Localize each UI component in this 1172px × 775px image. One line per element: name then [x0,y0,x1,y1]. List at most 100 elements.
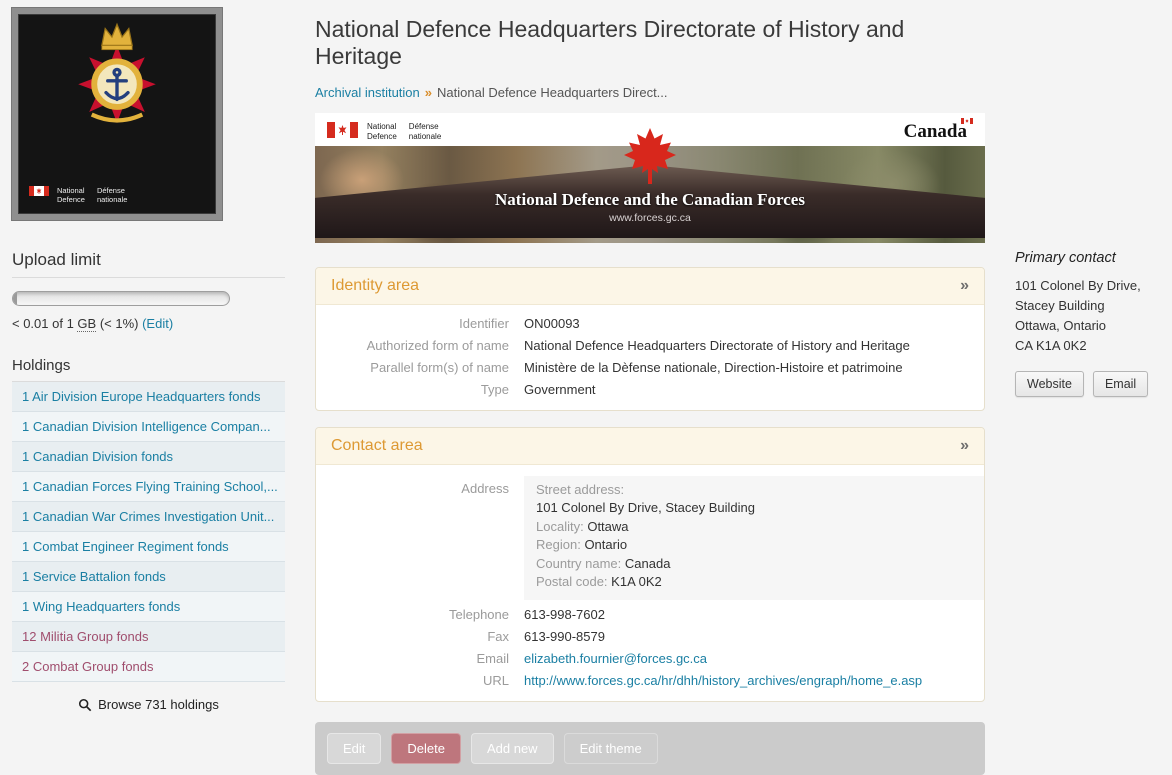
contact-line: 101 Colonel By Drive, [1015,276,1165,296]
breadcrumb: Archival institution » National Defence He… [315,85,985,100]
primary-contact-panel: Primary contact 101 Colonel By Drive, St… [1015,250,1165,397]
field-label: Type [331,382,509,397]
holding-list-item: 1 Service Battalion fonds [12,562,285,592]
field-value: 613-990-8579 [524,629,605,644]
canada-flag-icon [327,122,358,138]
search-icon [78,698,92,712]
contact-area-body: Address Street address: 101 Colonel By D… [316,465,984,701]
address-block: Street address: 101 Colonel By Drive, St… [524,476,984,600]
upload-progress-fill [13,292,17,305]
holding-link[interactable]: 1 Service Battalion fonds [22,569,166,584]
holding-link[interactable]: 12 Militia Group fonds [22,629,148,644]
contact-line: Ottawa, Ontario [1015,316,1165,336]
field-label: Parallel form(s) of name [331,360,509,375]
address-sub-value: Ontario [584,537,627,552]
address-line: Locality: Ottawa [536,518,972,537]
holding-link[interactable]: 1 Canadian Forces Flying Training School… [22,479,278,494]
holding-list-item: 1 Combat Engineer Regiment fonds [12,532,285,562]
field-label: Identifier [331,316,509,331]
action-bar: Edit Delete Add new Edit theme [315,722,985,775]
upload-edit-link[interactable]: (Edit) [142,316,173,331]
field-label: Telephone [331,607,509,622]
contact-area-section: Contact area » Address Street address: 1… [315,427,985,702]
browse-holdings-label: Browse 731 holdings [98,697,219,712]
holding-list-item: 1 Canadian War Crimes Investigation Unit… [12,502,285,532]
identity-field-row: Type Government [316,378,984,400]
field-label: Authorized form of name [331,338,509,353]
identity-area-section: Identity area » Identifier ON00093 Autho… [315,267,985,411]
add-new-button[interactable]: Add new [471,733,554,764]
address-sub-label: Street address: [536,482,624,497]
browse-holdings-link[interactable]: Browse 731 holdings [12,697,285,712]
contact-line: CA K1A 0K2 [1015,336,1165,356]
field-label: Fax [331,629,509,644]
holding-list-item: 1 Air Division Europe Headquarters fonds [12,382,285,412]
holding-link[interactable]: 1 Combat Engineer Regiment fonds [22,539,229,554]
address-sub-value: Ottawa [587,519,628,534]
upload-usage-text: < 0.01 of 1 GB (< 1%) (Edit) [12,316,285,331]
field-value[interactable]: http://www.forces.gc.ca/hr/dhh/history_a… [524,673,922,688]
address-row: Address Street address: 101 Colonel By D… [316,472,984,603]
contact-field-row: Telephone 613-998-7602 [316,603,984,625]
address-line: Postal code: K1A 0K2 [536,573,972,592]
address-line: Country name: Canada [536,555,972,574]
maple-leaf-icon [621,125,679,187]
website-button[interactable]: Website [1015,371,1084,397]
expand-icon[interactable]: » [960,277,969,295]
breadcrumb-current: National Defence Headquarters Direct... [437,85,668,100]
address-sub-label: Country name: [536,556,621,571]
field-value[interactable]: elizabeth.fournier@forces.gc.ca [524,651,707,666]
institution-logo: National Defence Défense nationale [12,8,222,220]
holding-list-item: 2 Combat Group fonds [12,652,285,682]
field-label: URL [331,673,509,688]
address-line: Region: Ontario [536,536,972,555]
holding-link[interactable]: 1 Air Division Europe Headquarters fonds [22,389,260,404]
holding-list-item: 1 Wing Headquarters fonds [12,592,285,622]
upload-limit-heading: Upload limit [12,250,285,278]
contact-area-header: Contact area » [316,428,984,465]
logo-dept-fr: Défense [97,186,127,195]
institution-banner: National Defence Défense nationale Canad… [315,113,985,243]
identity-field-row: Parallel form(s) of name Ministère de la… [316,356,984,378]
main-content: National Defence Headquarters Directorat… [315,0,985,775]
contact-buttons: Website Email [1015,371,1165,397]
holding-link[interactable]: 1 Canadian War Crimes Investigation Unit… [22,509,274,524]
email-button[interactable]: Email [1093,371,1148,397]
gb-abbr: GB [77,316,96,332]
upload-progress-bar [12,291,230,306]
address-sub-value: K1A 0K2 [611,574,662,589]
primary-contact-address: 101 Colonel By Drive, Stacey Building Ot… [1015,276,1165,356]
address-sub-label: Postal code: [536,574,608,589]
address-sub-value: 101 Colonel By Drive, Stacey Building [536,499,972,518]
identity-area-body: Identifier ON00093 Authorized form of na… [316,305,984,410]
holding-list-item: 1 Canadian Division Intelligence Compan.… [12,412,285,442]
contact-field-row: Fax 613-990-8579 [316,625,984,647]
identity-field-row: Authorized form of name National Defence… [316,334,984,356]
identity-area-header: Identity area » [316,268,984,305]
holding-link[interactable]: 1 Canadian Division Intelligence Compan.… [22,419,271,434]
forces-crest-icon [58,19,176,141]
field-value: Ministère de la Dèfense nationale, Direc… [524,360,903,375]
edit-theme-button[interactable]: Edit theme [564,733,658,764]
contact-line: Stacey Building [1015,296,1165,316]
page-title: National Defence Headquarters Directorat… [315,16,985,70]
holding-link[interactable]: 2 Combat Group fonds [22,659,154,674]
holding-link[interactable]: 1 Wing Headquarters fonds [22,599,180,614]
logo-dept-en: National [57,186,85,195]
edit-button[interactable]: Edit [327,733,381,764]
field-value: 613-998-7602 [524,607,605,622]
contact-fields: Telephone 613-998-7602 Fax 613-990-8579 … [316,603,984,691]
breadcrumb-parent-link[interactable]: Archival institution [315,85,420,100]
holding-link[interactable]: 1 Canadian Division fonds [22,449,173,464]
banner-dept-en: National [367,122,397,132]
identity-area-title: Identity area [331,277,419,295]
expand-icon[interactable]: » [960,437,969,455]
canada-flag-icon [29,186,49,196]
address-sub-label: Region: [536,537,581,552]
field-value: Government [524,382,596,397]
breadcrumb-separator: » [425,85,432,100]
contact-field-row: Email elizabeth.fournier@forces.gc.ca [316,647,984,669]
sidebar: National Defence Défense nationale Uploa… [12,8,285,712]
delete-button[interactable]: Delete [391,733,461,764]
holding-list-item: 12 Militia Group fonds [12,622,285,652]
